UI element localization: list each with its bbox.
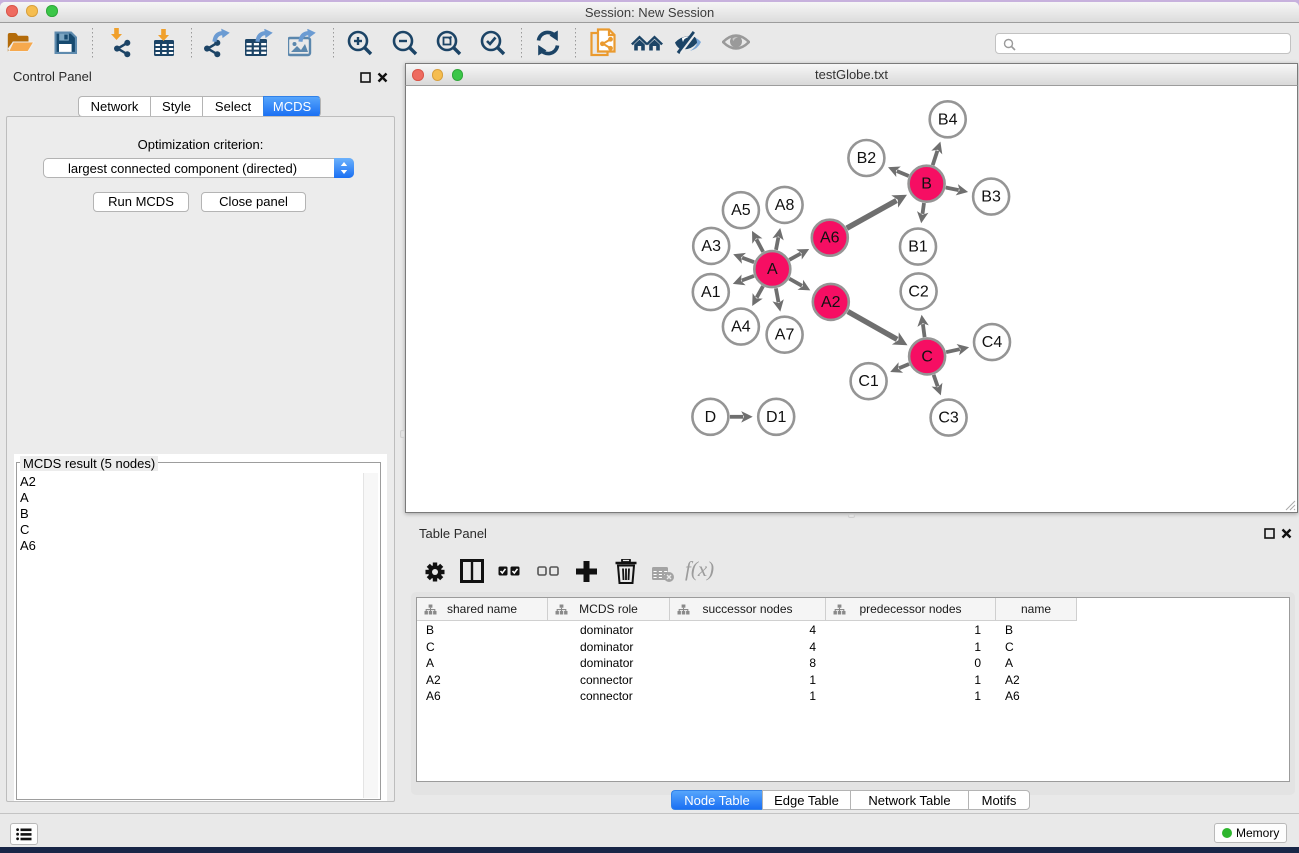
svg-text:A7: A7 [775, 327, 795, 344]
svg-text:A3: A3 [701, 238, 721, 255]
svg-text:B2: B2 [857, 150, 877, 167]
svg-text:B: B [921, 176, 932, 193]
svg-text:A4: A4 [731, 319, 751, 336]
svg-text:C1: C1 [858, 373, 879, 390]
svg-text:C3: C3 [938, 410, 959, 427]
svg-text:D: D [705, 409, 717, 426]
svg-text:C4: C4 [982, 334, 1003, 351]
svg-text:B4: B4 [938, 111, 958, 128]
svg-text:A1: A1 [701, 284, 721, 301]
svg-text:B1: B1 [908, 239, 928, 256]
svg-text:A6: A6 [820, 230, 840, 247]
svg-text:C2: C2 [908, 283, 929, 300]
svg-text:A8: A8 [775, 197, 795, 214]
svg-text:A2: A2 [821, 294, 841, 311]
svg-text:C: C [921, 348, 933, 365]
svg-text:A: A [767, 261, 778, 278]
svg-text:A5: A5 [731, 202, 751, 219]
svg-text:D1: D1 [766, 409, 787, 426]
svg-text:B3: B3 [981, 189, 1001, 206]
